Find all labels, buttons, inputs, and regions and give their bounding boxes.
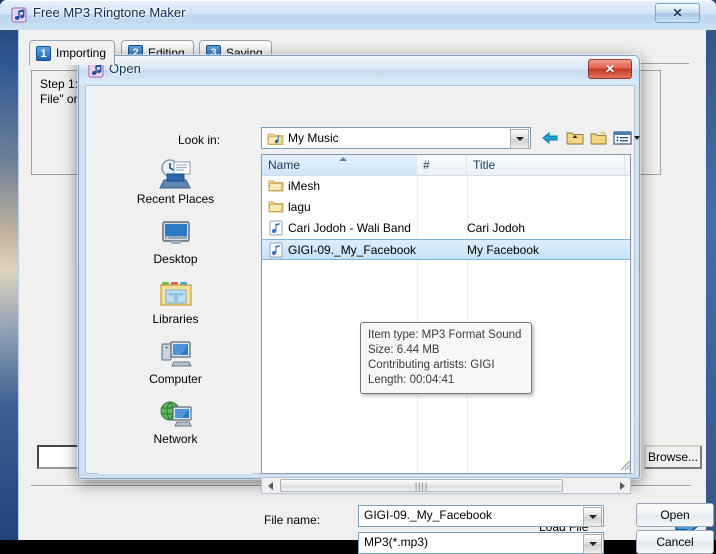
place-label: Recent Places — [137, 192, 214, 206]
table-row[interactable]: GIGI-09._My_Facebook My Facebook GIGI — [262, 239, 630, 260]
cell-title: My Facebook — [467, 242, 597, 259]
table-row[interactable]: Cari Jodoh - Wali Band Cari Jodoh WaLi B… — [262, 218, 630, 239]
music-file-icon — [268, 242, 284, 258]
tooltip-length: Length: 00:04:41 — [368, 373, 524, 388]
filetype-label: Files of type: — [264, 540, 332, 554]
close-button[interactable]: ✕ — [655, 3, 700, 23]
tooltip-item-type: Item type: MP3 Format Sound — [368, 328, 524, 343]
filetype-combobox[interactable]: MP3(*.mp3) — [358, 532, 604, 554]
lookin-value: My Music — [288, 131, 339, 145]
filetype-value: MP3(*.mp3) — [364, 535, 428, 549]
window-right-border — [706, 0, 716, 540]
filename-dropdown-arrow[interactable] — [583, 507, 602, 527]
resize-grip[interactable] — [617, 457, 631, 471]
app-icon — [11, 7, 27, 23]
cell-name: GIGI-09._My_Facebook — [288, 242, 433, 259]
tab-importing-number: 1 — [36, 46, 51, 61]
place-computer[interactable]: Computer — [98, 338, 253, 386]
place-libraries[interactable]: Libraries — [98, 278, 253, 326]
filetype-dropdown-arrow[interactable] — [583, 534, 602, 554]
lookin-combobox[interactable]: My Music — [261, 127, 531, 149]
tooltip-contributing-artists: Contributing artists: GIGI — [368, 358, 524, 373]
lookin-dropdown-arrow[interactable] — [510, 129, 529, 149]
cell-name: iMesh — [288, 178, 433, 195]
cell-artist — [630, 178, 631, 195]
column-header-contributing-artists[interactable]: Contributing art — [625, 155, 631, 175]
network-icon — [158, 398, 194, 430]
filename-label: File name: — [264, 513, 320, 527]
open-file-dialog: Open ✕ Look in: My Music — [78, 55, 640, 479]
scroll-right-arrow-icon[interactable] — [614, 478, 630, 493]
cell-title — [467, 199, 597, 216]
cell-artist: WaLi Band — [630, 220, 631, 237]
sort-ascending-icon — [339, 157, 347, 161]
places-bar: Recent Places Desktop — [98, 154, 253, 474]
scroll-left-arrow-icon[interactable] — [262, 478, 278, 493]
place-label: Desktop — [153, 252, 197, 266]
place-label: Network — [153, 432, 197, 446]
cancel-button[interactable]: Cancel — [636, 530, 714, 554]
filename-combobox[interactable]: GIGI-09._My_Facebook — [358, 505, 604, 527]
back-arrow-icon[interactable] — [538, 127, 562, 149]
column-header-row: Name # Title Contributing art — [262, 155, 630, 176]
column-header-number[interactable]: # — [417, 155, 467, 175]
file-info-tooltip: Item type: MP3 Format Sound Size: 6.44 M… — [360, 322, 532, 394]
tab-importing[interactable]: 1 Importing — [29, 40, 115, 65]
open-button[interactable]: Open — [636, 503, 714, 527]
window-left-border — [0, 0, 18, 540]
dialog-titlebar[interactable]: Open ✕ — [79, 56, 639, 84]
browse-button[interactable]: Browse... — [644, 445, 702, 469]
table-row[interactable]: iMesh — [262, 176, 630, 197]
lookin-label: Look in: — [178, 133, 220, 147]
tab-importing-label: Importing — [56, 46, 106, 60]
filename-value: GIGI-09._My_Facebook — [364, 508, 492, 522]
table-row[interactable]: lagu — [262, 197, 630, 218]
libraries-icon — [158, 278, 194, 310]
recent-places-icon — [158, 158, 194, 190]
dialog-close-button[interactable]: ✕ — [588, 59, 632, 79]
dialog-body: Look in: My Music — [85, 85, 635, 474]
cell-artist: GIGI — [630, 242, 631, 259]
desktop-icon — [158, 218, 194, 250]
file-rows: iMesh lagu — [262, 176, 630, 260]
folder-icon — [268, 199, 284, 215]
main-titlebar[interactable]: Free MP3 Ringtone Maker ✕ — [0, 0, 716, 30]
cell-name: lagu — [288, 199, 433, 216]
cell-artist — [630, 199, 631, 216]
place-recent-places[interactable]: Recent Places — [98, 158, 253, 206]
scrollbar-thumb[interactable]: |||| — [280, 479, 563, 492]
music-file-icon — [268, 220, 284, 236]
cell-title: Cari Jodoh — [467, 220, 597, 237]
place-desktop[interactable]: Desktop — [98, 218, 253, 266]
place-network[interactable]: Network — [98, 398, 253, 446]
views-icon[interactable] — [612, 127, 644, 149]
tooltip-size: Size: 6.44 MB — [368, 343, 524, 358]
column-header-title[interactable]: Title — [467, 155, 625, 175]
computer-icon — [158, 338, 194, 370]
app-title: Free MP3 Ringtone Maker — [33, 5, 185, 20]
horizontal-scrollbar[interactable]: |||| — [261, 477, 631, 494]
place-label: Computer — [149, 372, 202, 386]
place-label: Libraries — [152, 312, 198, 326]
music-folder-icon — [267, 131, 284, 146]
cell-title — [467, 178, 597, 195]
folder-icon — [268, 178, 284, 194]
file-list-view[interactable]: Name # Title Contributing art iMesh — [261, 154, 631, 474]
up-folder-icon[interactable] — [563, 127, 587, 149]
cell-name: Cari Jodoh - Wali Band — [288, 220, 433, 237]
new-folder-icon[interactable] — [587, 127, 611, 149]
